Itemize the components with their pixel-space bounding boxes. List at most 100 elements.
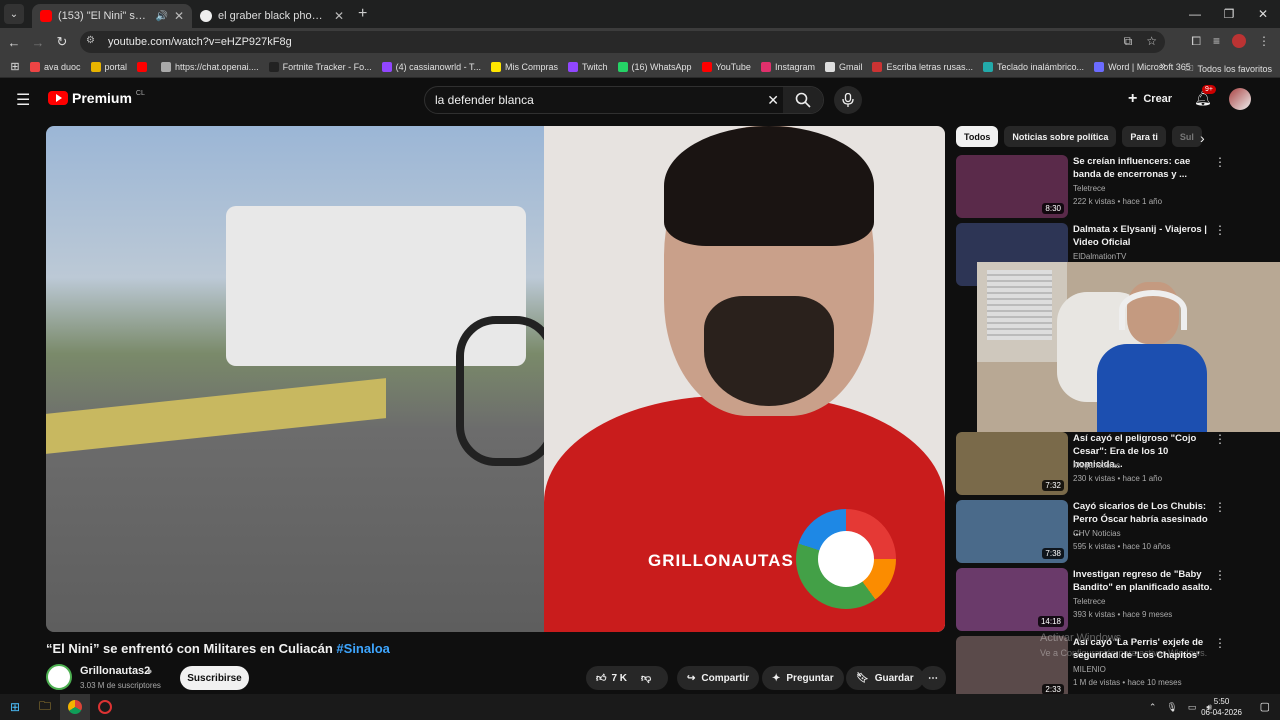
chrome-icon[interactable] (60, 694, 90, 720)
more-options-icon[interactable]: ⋮ (1214, 432, 1226, 446)
minimize-icon[interactable]: — (1178, 0, 1212, 28)
back-icon[interactable]: ← (2, 35, 26, 50)
reload-icon[interactable]: ↻ (50, 34, 74, 50)
thumbs-down-icon[interactable]: 👎︎ (641, 672, 651, 684)
recommendation-item[interactable]: 8:30 Se creían influencers: cae banda de … (956, 155, 1256, 219)
recommendation-title[interactable]: Dalmata x Elysanij - Viajeros | Video Of… (1073, 223, 1213, 249)
all-bookmarks-button[interactable]: 🗀 Todos los favoritos (1184, 61, 1272, 77)
recommendation-channel[interactable]: ElDalmationTV (1073, 252, 1126, 261)
bookmark-item[interactable]: Fortnite Tracker - Fo... (268, 61, 372, 72)
menu-dots-icon[interactable]: ⋮ (1258, 34, 1270, 49)
chip-para-ti[interactable]: Para ti (1122, 126, 1166, 147)
network-icon[interactable]: ▭ (1188, 702, 1197, 713)
tab-search-button[interactable]: ⌄ (4, 4, 24, 24)
url-bar[interactable]: ⚙ youtube.com/watch?v=eHZP927kF8g ⧉ ☆ (80, 31, 1165, 53)
recommendation-item[interactable]: 7:32 Así cayó el peligroso "Cojo Cesar": … (956, 432, 1256, 496)
file-explorer-icon[interactable]: 🗀 (30, 694, 60, 720)
recommendation-thumbnail[interactable]: 2:33 (956, 636, 1068, 699)
voice-search-button[interactable] (834, 86, 862, 114)
more-bookmarks-icon[interactable]: » (1160, 60, 1166, 72)
bookmark-item[interactable]: Gmail (824, 61, 862, 72)
channel-name[interactable]: Grillonautas2 (80, 665, 150, 677)
chip-sul[interactable]: Sul (1171, 126, 1202, 147)
recommendation-thumbnail[interactable]: 14:18 (956, 568, 1068, 631)
site-info-icon[interactable]: ⚙ (86, 35, 100, 49)
close-tab-icon[interactable]: ✕ (174, 9, 184, 23)
recommendation-title[interactable]: Se creían influencers: cae banda de ence… (1073, 155, 1213, 181)
video-player[interactable]: GRILLONAUTAS (46, 126, 945, 632)
recommendation-thumbnail[interactable]: 8:30 (956, 155, 1068, 218)
bookmark-item[interactable]: portal (90, 61, 127, 72)
bookmark-label: YouTube (715, 61, 751, 72)
more-options-icon[interactable]: ⋮ (1214, 500, 1226, 514)
clock[interactable]: 5:50 06-04-2026 (1201, 696, 1242, 718)
forward-icon[interactable]: → (26, 35, 50, 50)
bookmark-item[interactable]: Twitch (568, 61, 608, 72)
app-icon[interactable] (90, 694, 120, 720)
save-button[interactable]: 🔖︎ Guardar (846, 666, 924, 690)
search-input[interactable]: la defender blanca ✕ (424, 86, 824, 114)
tab-search[interactable]: el graber black phone - Buscar ✕ (192, 4, 352, 28)
media-icon[interactable]: ≡ (1213, 34, 1220, 49)
more-options-icon[interactable]: ⋮ (1214, 568, 1226, 582)
recommendation-channel[interactable]: CHV Noticias (1073, 529, 1121, 538)
bookmark-item[interactable]: (16) WhatsApp (617, 61, 692, 72)
bookmark-item[interactable]: ava duoc (30, 61, 81, 72)
create-button[interactable]: + Crear (1128, 90, 1172, 108)
more-options-icon[interactable]: ⋮ (1214, 155, 1226, 169)
mic-tray-icon[interactable]: 🎙︎ (1166, 702, 1177, 713)
windows-start-icon[interactable]: ⊞ (0, 694, 30, 720)
bookmark-item[interactable]: https://chat.openai.... (161, 61, 259, 72)
notifications-button[interactable]: 🔔︎ 9+ (1194, 85, 1216, 107)
bookmark-item[interactable] (137, 61, 151, 72)
bookmark-star-icon[interactable]: ☆ (1146, 34, 1157, 49)
chevron-right-icon[interactable]: › (1200, 130, 1205, 146)
new-tab-icon[interactable]: + (358, 5, 367, 23)
bookmark-label: Escriba letras rusas... (886, 61, 974, 72)
channel-avatar[interactable] (46, 664, 72, 690)
recommendation-channel[interactable]: Meganoticias (1073, 461, 1120, 470)
recommendation-channel[interactable]: MILENIO (1073, 665, 1106, 674)
avatar[interactable] (1229, 88, 1251, 110)
ask-button[interactable]: ✦ Preguntar (762, 666, 844, 690)
extensions-icon[interactable]: ⧠ (1191, 34, 1201, 49)
tray-chevron-icon[interactable]: ⌃ (1149, 702, 1157, 713)
bookmark-item[interactable]: Instagram (760, 61, 815, 72)
recommendation-title[interactable]: Investigan regreso de "Baby Bandito" en … (1073, 568, 1213, 594)
apps-grid-icon[interactable]: ⊞ (0, 60, 30, 73)
restore-icon[interactable]: ❐ (1212, 0, 1246, 28)
subscribe-button[interactable]: Suscribirse (180, 666, 249, 690)
install-icon[interactable]: ⧉ (1124, 34, 1133, 49)
bookmark-item[interactable]: YouTube (701, 61, 751, 72)
recommendation-thumbnail[interactable]: 7:38 (956, 500, 1068, 563)
share-button[interactable]: ↪ Compartir (677, 666, 760, 690)
chip-todos[interactable]: Todos (956, 126, 999, 147)
menu-icon[interactable]: ☰ (16, 90, 30, 110)
bookmark-item[interactable]: Mis Compras (491, 61, 558, 72)
close-tab-icon[interactable]: ✕ (334, 9, 344, 23)
search-button[interactable] (783, 87, 823, 113)
bookmark-item[interactable]: Teclado inalámbrico... (983, 61, 1084, 72)
recommendation-channel[interactable]: Teletrece (1073, 184, 1105, 193)
youtube-logo[interactable]: Premium CL (48, 90, 145, 106)
hashtag-link[interactable]: #Sinaloa (336, 641, 389, 656)
recommendation-channel[interactable]: Teletrece (1073, 597, 1105, 606)
bookmark-item[interactable]: Word | Microsoft 365 (1094, 61, 1191, 72)
close-window-icon[interactable]: ✕ (1246, 0, 1280, 28)
profile-icon[interactable] (1232, 34, 1246, 48)
notification-center-icon[interactable]: ▢ (1260, 700, 1270, 713)
like-button[interactable]: 👍︎ 7 K (596, 672, 627, 685)
bookmark-item[interactable]: (4) cassianowrld - T... (381, 61, 481, 72)
recommendation-item[interactable]: 7:38 Cayó sicarios de Los Chubis: Perro Ó… (956, 500, 1256, 564)
bookmark-item[interactable]: Escriba letras rusas... (872, 61, 974, 72)
more-actions-button[interactable]: ⋯ (920, 666, 946, 690)
recommendation-item[interactable]: 2:33 Así cayó 'La Perris' exjefe de segur… (956, 636, 1256, 700)
recommendation-thumbnail[interactable]: 7:32 (956, 432, 1068, 495)
chip-noticias[interactable]: Noticias sobre política (1004, 126, 1117, 147)
clear-search-icon[interactable]: ✕ (767, 92, 779, 109)
more-options-icon[interactable]: ⋮ (1214, 223, 1226, 237)
tab-youtube[interactable]: (153) "El Nini" se enfrentó c 🔊 ✕ (32, 4, 192, 28)
speaker-icon[interactable]: 🔊 (155, 11, 167, 22)
recommendation-item[interactable]: 14:18 Investigan regreso de "Baby Bandito… (956, 568, 1256, 632)
more-options-icon[interactable]: ⋮ (1214, 636, 1226, 650)
